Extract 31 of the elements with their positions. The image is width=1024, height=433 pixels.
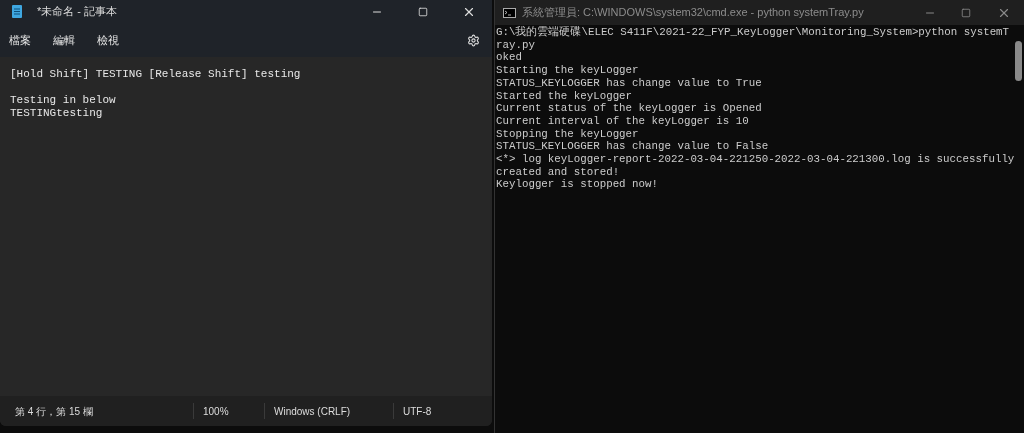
status-text: 100%: [203, 404, 229, 419]
console-line: Starting the keyLogger: [496, 64, 639, 77]
console-line: STATUS_KEYLOGGER has change value to False: [496, 140, 769, 154]
console-line: ray.py: [496, 38, 535, 52]
terminal-icon: [503, 7, 516, 18]
console-line: G:\我的雲端硬碟\ELEC S411F\2021-22_FYP_KeyLogger\Monitoring_System>python systemT: [496, 26, 1010, 39]
text-line: Testing in below: [10, 94, 116, 107]
console-line: Started the keyLogger: [496, 89, 633, 103]
maximize-icon: [961, 7, 971, 18]
window-title: 系統管理員: C:\WINDOWS\system32\cmd.exe - python systemTray.py: [522, 5, 864, 21]
console-line: STATUS_KEYLOGGER has change value to True: [496, 76, 762, 90]
maximize-icon: [418, 6, 428, 17]
console-line: created and stored!: [496, 165, 620, 179]
text-line: [Hold Shift] TESTING [Release Shift] testing: [10, 68, 301, 81]
text-line: TESTINGtesting: [10, 107, 103, 120]
menu-item[interactable]: 檢視: [97, 31, 119, 49]
menu-item[interactable]: 編輯: [53, 31, 75, 49]
status-text: 第 4 行，第 15 欄: [15, 404, 93, 419]
console-line: <*> log keyLogger-report-2022-03-04-221250-2022-03-04-221300.log is successfully: [496, 153, 1015, 166]
console-line: Current status of the keyLogger is Opened: [496, 102, 762, 115]
console-line: Stopping the keyLogger: [496, 127, 639, 141]
status-text: UTF-8: [403, 404, 432, 419]
menu-item[interactable]: 檔案: [9, 31, 31, 49]
scrollbar[interactable]: [1015, 41, 1022, 81]
console-line: oked: [496, 51, 522, 65]
status-text: Windows (CRLF): [274, 404, 351, 419]
window-title: *未命名 - 記事本: [37, 4, 118, 20]
settings-icon[interactable]: [467, 33, 480, 47]
console-line: Keylogger is stopped now!: [496, 178, 658, 192]
console-line: Current interval of the keyLogger is 10: [496, 114, 749, 128]
notepad-icon: [12, 5, 22, 18]
